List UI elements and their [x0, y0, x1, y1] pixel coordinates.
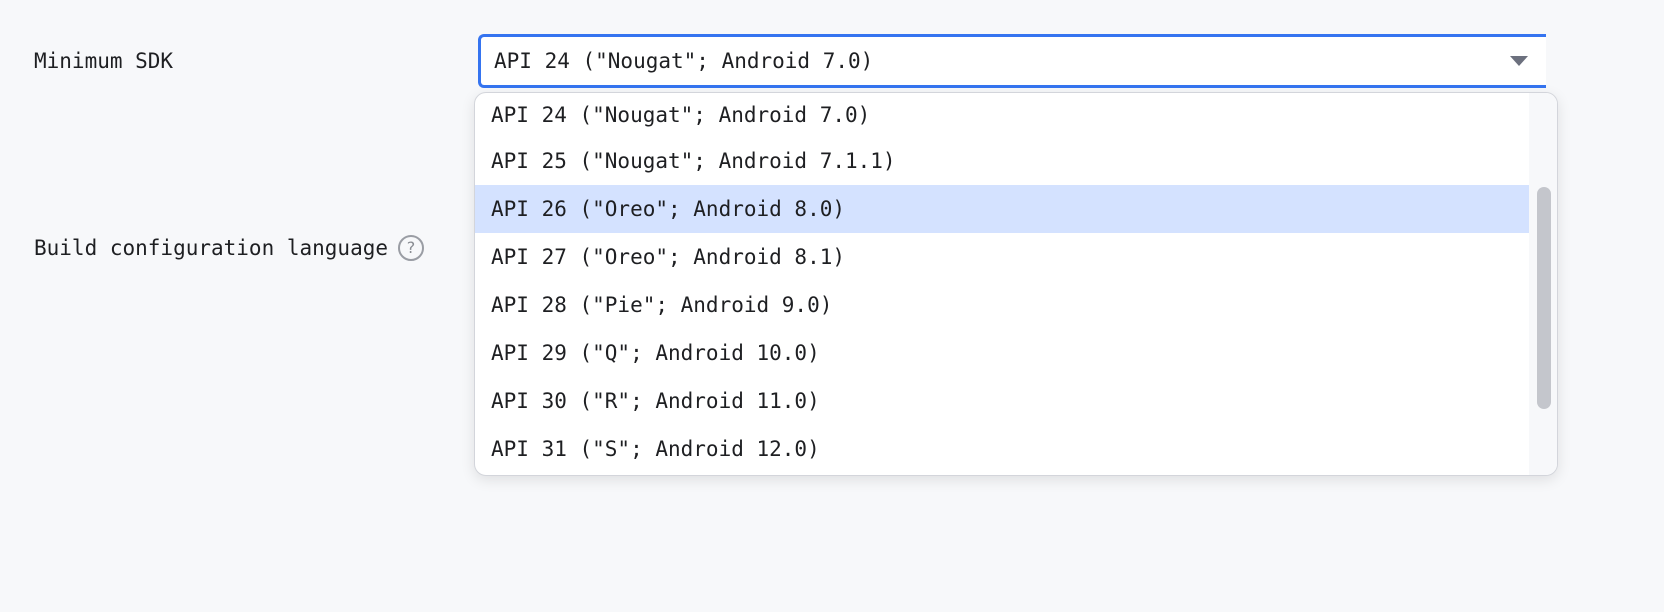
sdk-option[interactable]: API 24 ("Nougat"; Android 7.0) [475, 93, 1531, 137]
sdk-option[interactable]: API 28 ("Pie"; Android 9.0) [475, 281, 1531, 329]
sdk-option[interactable]: API 29 ("Q"; Android 10.0) [475, 329, 1531, 377]
sdk-option[interactable]: API 25 ("Nougat"; Android 7.1.1) [475, 137, 1531, 185]
scrollbar-thumb[interactable] [1537, 187, 1551, 409]
chevron-down-icon[interactable] [1510, 56, 1528, 66]
dropdown-scrollbar[interactable] [1529, 93, 1557, 475]
sdk-options-list: API 24 ("Nougat"; Android 7.0) API 25 ("… [475, 93, 1531, 473]
sdk-option[interactable]: API 31 ("S"; Android 12.0) [475, 425, 1531, 473]
build-config-language-row: Build configuration language ? [34, 234, 425, 262]
combobox-value: API 24 ("Nougat"; Android 7.0) [494, 49, 874, 73]
sdk-option-highlighted[interactable]: API 26 ("Oreo"; Android 8.0) [475, 185, 1531, 233]
build-config-language-label: Build configuration language [34, 236, 389, 260]
minimum-sdk-label: Minimum SDK [34, 49, 174, 73]
sdk-option[interactable]: API 30 ("R"; Android 11.0) [475, 377, 1531, 425]
minimum-sdk-combobox[interactable]: API 24 ("Nougat"; Android 7.0) [478, 34, 1546, 88]
sdk-dropdown-popup: API 24 ("Nougat"; Android 7.0) API 25 ("… [474, 92, 1558, 476]
help-icon[interactable]: ? [398, 235, 425, 261]
sdk-option[interactable]: API 27 ("Oreo"; Android 8.1) [475, 233, 1531, 281]
